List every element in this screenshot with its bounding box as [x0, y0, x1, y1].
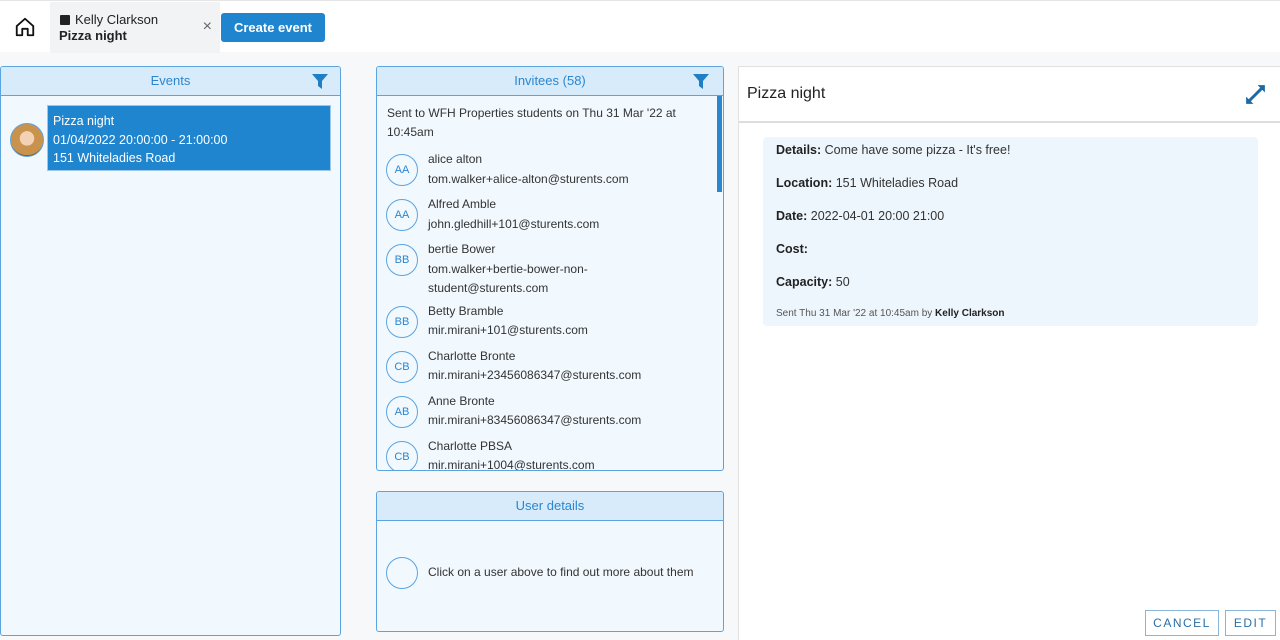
detail-field: Details: Come have some pizza - It's fre…: [776, 143, 1011, 157]
invitee-item[interactable]: AB Anne Bronte mir.mirani+83456086347@stur…: [377, 392, 723, 434]
detail-field: Date: 2022-04-01 20:00 21:00: [776, 209, 945, 223]
invitee-name: Charlotte Bronte: [428, 348, 516, 363]
invitee-item[interactable]: BB Betty Bramble mir.mirani+101@sturents.c…: [377, 302, 723, 344]
invitee-item[interactable]: AA Alfred Amble john.gledhill+101@sturents…: [377, 195, 723, 237]
invitee-email: tom.walker+alice-alton@sturents.com: [428, 171, 629, 186]
tab-event: Pizza night: [59, 28, 127, 43]
event-tab[interactable]: Kelly Clarkson Pizza night ×: [50, 2, 220, 53]
user-details-hint: Click on a user above to find out more a…: [428, 565, 694, 579]
invitee-email: mir.mirani+101@sturents.com: [428, 323, 588, 337]
calendar-icon: [60, 14, 70, 25]
invitee-avatar: AA: [386, 154, 418, 186]
sent-footer: Sent Thu 31 Mar '22 at 10:45am by Kelly …: [776, 308, 1005, 319]
tab-user: Kelly Clarkson: [75, 12, 159, 27]
event-location: 151 Whiteladies Road: [53, 151, 176, 165]
event-time: 01/04/2022 20:00:00 - 21:00:00: [53, 132, 228, 147]
detail-title: Pizza night: [747, 85, 826, 102]
detail-card: Details: Come have some pizza - It's fre…: [763, 137, 1258, 326]
edit-button[interactable]: EDIT: [1225, 610, 1276, 636]
invitee-name: Betty Bramble: [428, 303, 504, 318]
close-tab-icon[interactable]: ×: [203, 18, 212, 36]
avatar: [10, 123, 44, 157]
event-name: Pizza night: [53, 114, 115, 128]
filter-icon[interactable]: [693, 74, 709, 89]
invitee-item[interactable]: CB Charlotte Bronte mir.mirani+23456086347…: [377, 347, 723, 389]
invitee-name: Alfred Amble: [428, 197, 497, 211]
invitee-name: bertie Bower: [428, 242, 496, 256]
invitees-panel: Invitees (58) Sent to WFH Properties stu…: [376, 66, 724, 471]
top-bar: Kelly Clarkson Pizza night × Create even…: [0, 0, 1280, 53]
sent-info: Sent to WFH Properties students on Thu 3…: [387, 106, 676, 139]
invitee-name: alice alton: [428, 152, 483, 166]
invitee-avatar: CB: [386, 440, 418, 470]
invitee-name: Anne Bronte: [428, 393, 495, 408]
invitees-title: Invitees (58): [514, 73, 586, 88]
home-icon[interactable]: [14, 16, 36, 38]
invitee-item[interactable]: AA alice alton tom.walker+alice-alton@stur…: [377, 150, 723, 192]
invitee-email: mir.mirani+83456086347@sturents.com: [428, 413, 642, 427]
event-detail-panel: Pizza night Details: Come have some pizz…: [738, 66, 1280, 640]
expand-icon[interactable]: [1243, 82, 1268, 107]
detail-field: Location: 151 Whiteladies Road: [776, 176, 959, 190]
filter-icon[interactable]: [312, 74, 328, 89]
user-placeholder-icon: [386, 557, 418, 589]
event-item[interactable]: Pizza night 01/04/2022 20:00:00 - 21:00:…: [47, 105, 331, 171]
user-details-panel: User details Click on a user above to fi…: [376, 491, 724, 632]
events-panel: Events Pizza night 01/04/2022 20:00:00 -…: [0, 66, 341, 636]
events-title: Events: [150, 73, 191, 88]
user-details-title: User details: [515, 498, 585, 513]
invitee-item[interactable]: CB Charlotte PBSA mir.mirani+1004@sturents…: [377, 437, 723, 471]
invitee-avatar: AB: [386, 395, 418, 428]
detail-field: Cost:: [776, 242, 808, 256]
invitee-item[interactable]: BB bertie Bower tom.walker+bertie-bower-no…: [377, 240, 723, 299]
invitee-avatar: BB: [386, 305, 418, 338]
detail-field: Capacity: 50: [776, 275, 850, 289]
invitee-avatar: AA: [386, 199, 418, 231]
invitee-name: Charlotte PBSA: [428, 438, 513, 453]
invitee-email: mir.mirani+23456086347@sturents.com: [428, 368, 642, 382]
create-event-button[interactable]: Create event: [221, 13, 325, 42]
invitee-email: mir.mirani+1004@sturents.com: [428, 458, 595, 471]
invitee-avatar: CB: [386, 350, 418, 383]
invitee-avatar: BB: [386, 244, 418, 276]
invitee-email: tom.walker+bertie-bower-non-student@stur…: [428, 261, 588, 296]
cancel-button[interactable]: CANCEL: [1145, 610, 1219, 636]
invitee-email: john.gledhill+101@sturents.com: [428, 216, 600, 231]
